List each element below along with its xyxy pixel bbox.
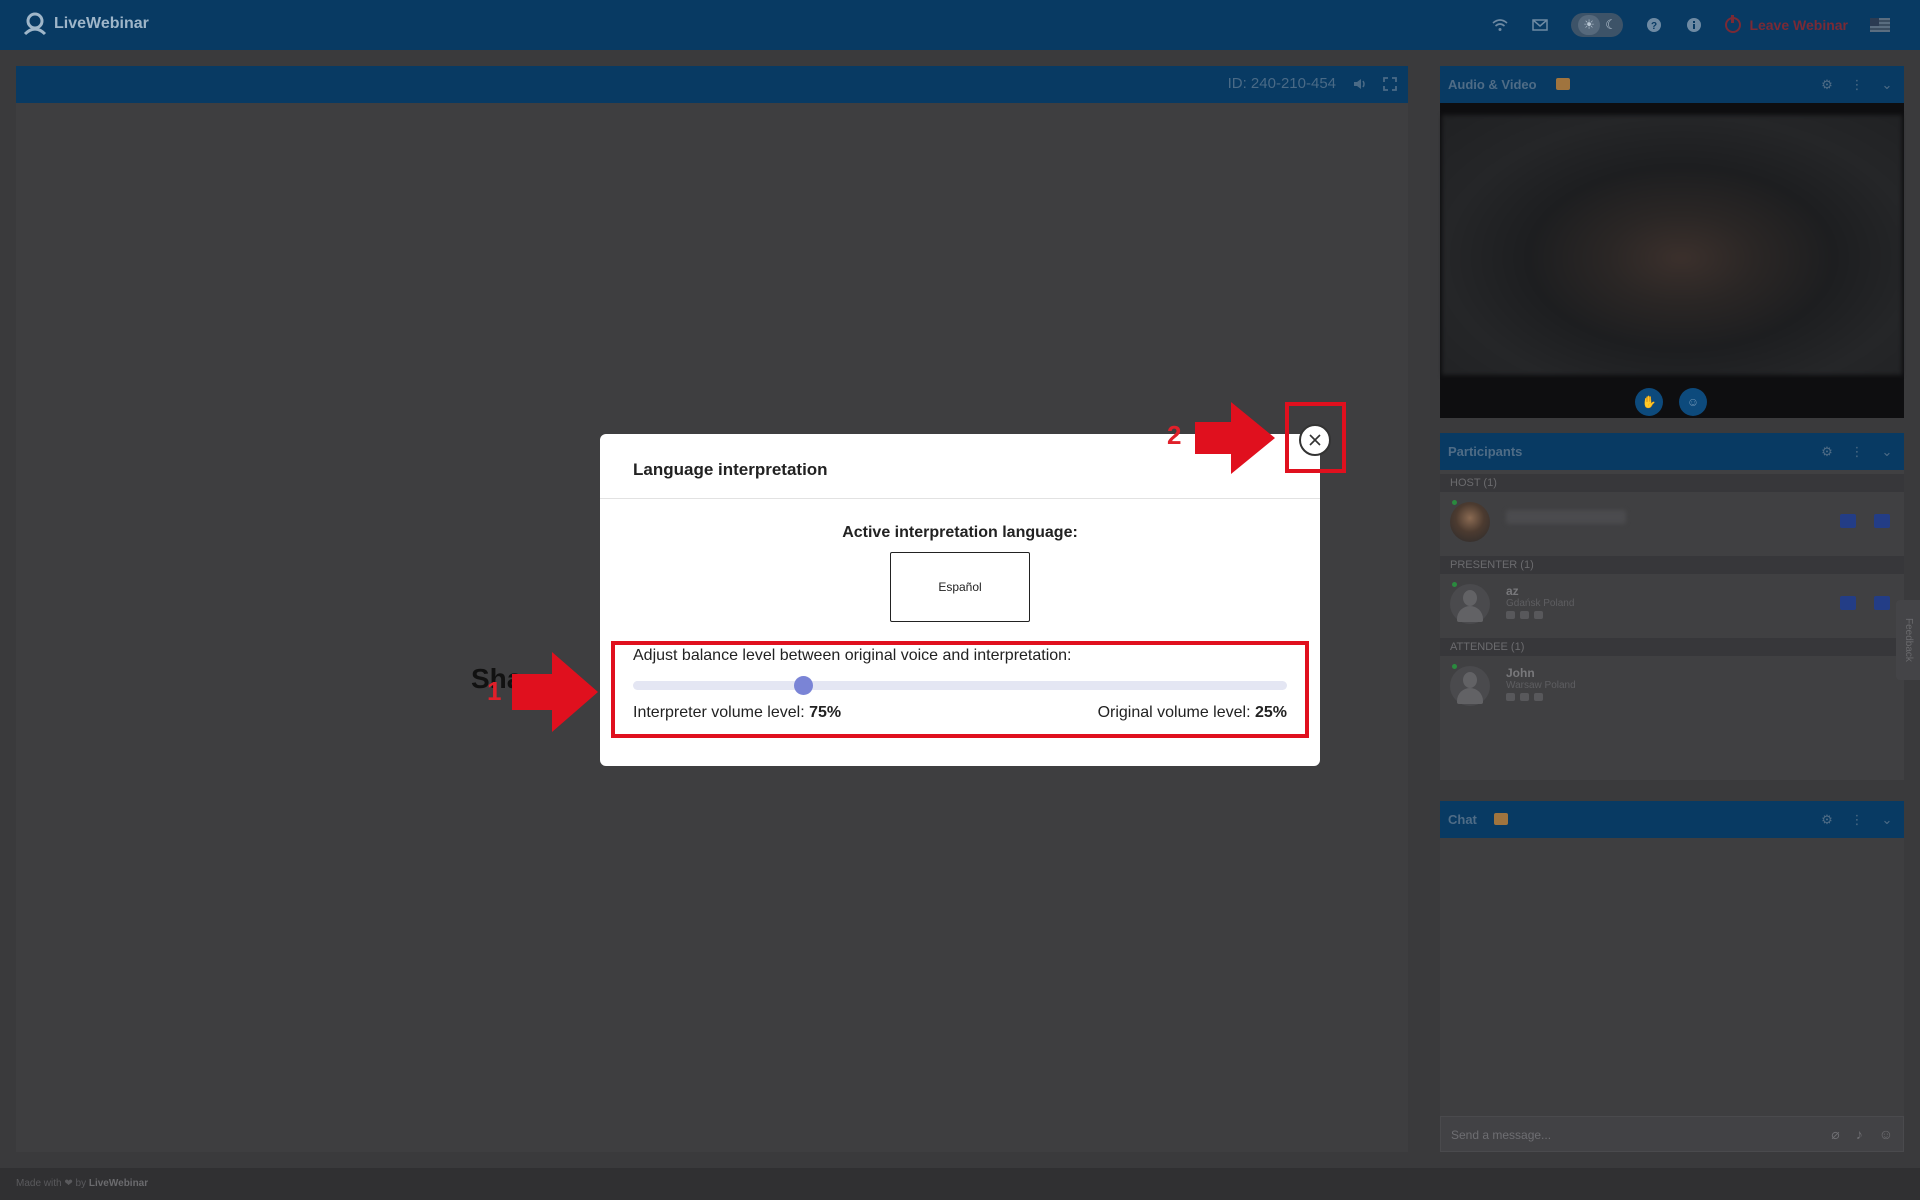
dialog-divider [600,498,1320,499]
annotation-highlight-close [1285,402,1346,473]
annotation-arrow-2 [1195,402,1275,474]
annotation-number-1: 1 [487,676,502,706]
annotation-number-2: 2 [1167,420,1182,450]
active-language-label: Active interpretation language: [842,524,1078,541]
annotation-highlight-slider [611,641,1309,738]
annotation-arrow-1 [512,652,598,732]
dialog-title: Language interpretation [633,460,828,479]
language-option-espanol[interactable]: Español [890,552,1030,622]
